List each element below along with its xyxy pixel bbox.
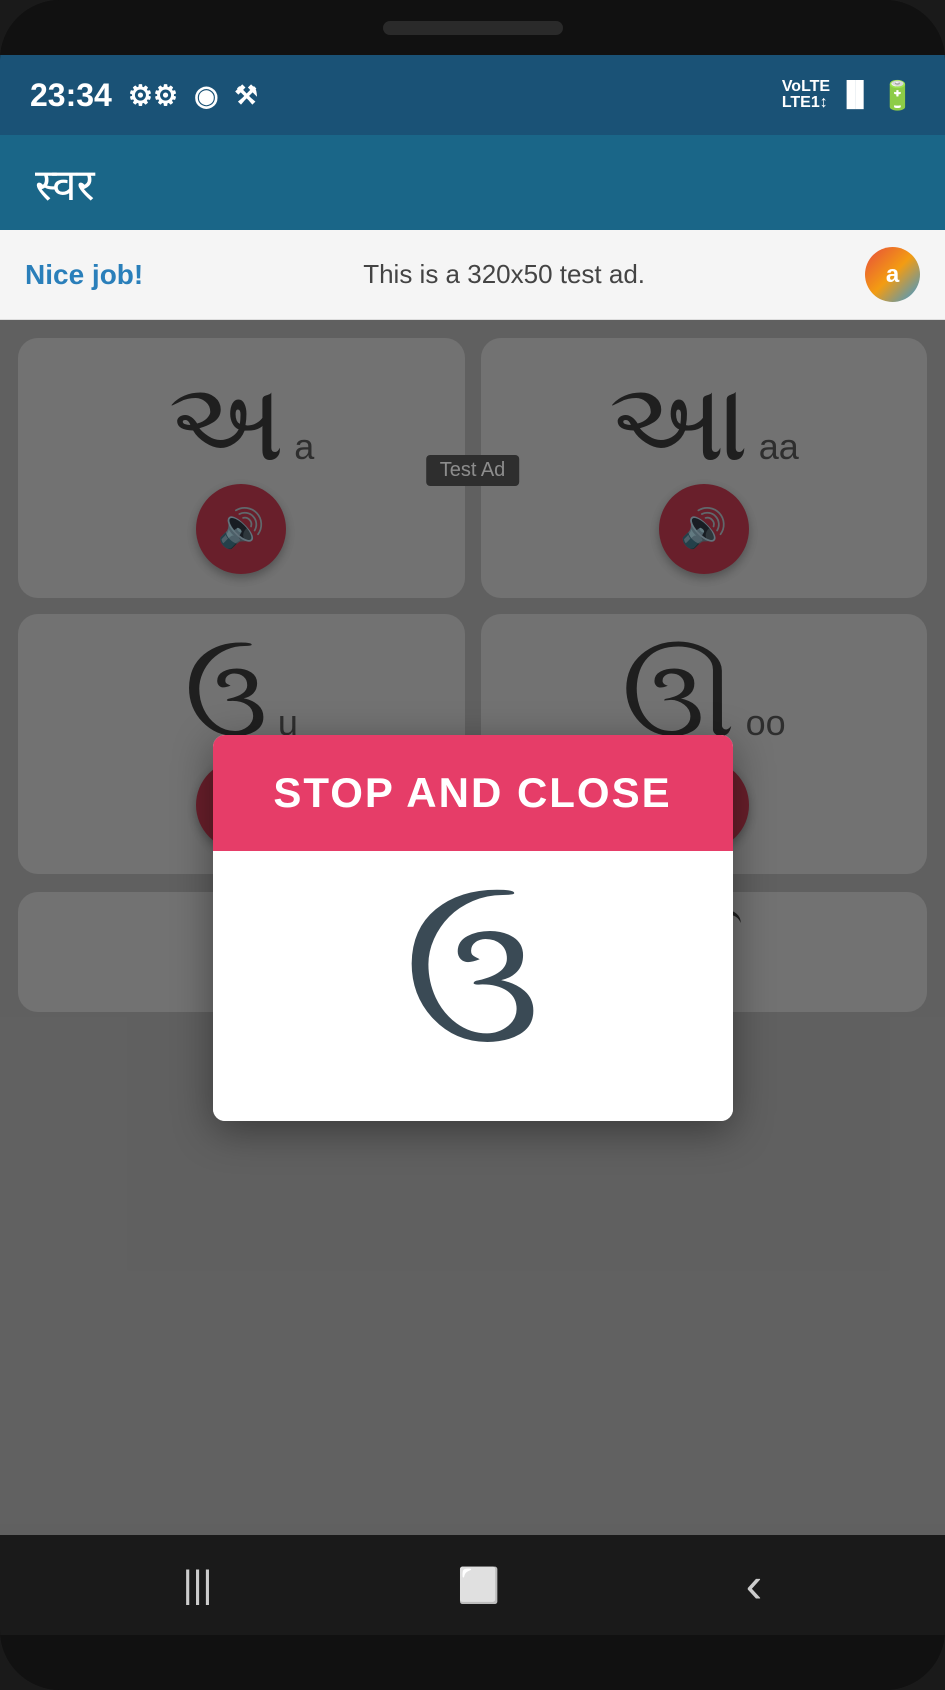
- main-content: અ a 🔊 આ aa 🔊 ઉ: [0, 320, 945, 1535]
- modal-body: ઉ: [213, 851, 733, 1121]
- status-left: 23:34 ⚙ ◉ ⚒: [30, 77, 258, 114]
- ad-logo: a: [865, 247, 920, 302]
- nav-home-button[interactable]: ⬜: [458, 1564, 500, 1607]
- modal-overlay[interactable]: STOP AND CLOSE ઉ: [0, 320, 945, 1535]
- vol-label: VoLTE: [782, 79, 830, 95]
- status-time: 23:34: [30, 77, 112, 114]
- wrench-icon: ⚒: [235, 80, 258, 111]
- nav-recents-button[interactable]: |||: [183, 1564, 213, 1607]
- signal-bars: ▐▌: [838, 81, 872, 109]
- ad-banner[interactable]: Test Ad Nice job! This is a 320x50 test …: [0, 230, 945, 320]
- speaker-grille: [383, 21, 563, 35]
- gear-icon: ⚙: [128, 79, 178, 112]
- stop-and-close-button[interactable]: STOP AND CLOSE: [273, 769, 671, 816]
- ad-nice-text: Nice job!: [25, 259, 143, 291]
- nav-back-button[interactable]: ‹: [746, 1556, 763, 1614]
- app-title: स्वर: [35, 153, 95, 213]
- bottom-bezel: [0, 1635, 945, 1690]
- nav-bar: ||| ⬜ ‹: [0, 1535, 945, 1635]
- status-bar: 23:34 ⚙ ◉ ⚒ VoLTE LTE1↕ ▐▌ 🔋: [0, 55, 945, 135]
- app-header: स्वर: [0, 135, 945, 230]
- modal-box: STOP AND CLOSE ઉ: [213, 735, 733, 1121]
- phone-frame: 23:34 ⚙ ◉ ⚒ VoLTE LTE1↕ ▐▌ 🔋 स्वर Test A…: [0, 0, 945, 1690]
- lte-label: LTE1↕: [782, 95, 830, 111]
- modal-display-char: ઉ: [404, 891, 540, 1071]
- modal-header[interactable]: STOP AND CLOSE: [213, 735, 733, 851]
- home-icon: ⬜: [458, 1567, 500, 1605]
- target-icon: ◉: [194, 79, 218, 112]
- battery-icon: 🔋: [880, 79, 915, 112]
- ad-description: This is a 320x50 test ad.: [143, 259, 865, 290]
- top-bezel: [0, 0, 945, 55]
- ad-logo-text: a: [886, 261, 899, 289]
- back-icon: ‹: [746, 1557, 763, 1613]
- network-indicator: VoLTE LTE1↕: [782, 79, 830, 111]
- status-right: VoLTE LTE1↕ ▐▌ 🔋: [782, 79, 915, 112]
- recents-icon: |||: [183, 1564, 213, 1606]
